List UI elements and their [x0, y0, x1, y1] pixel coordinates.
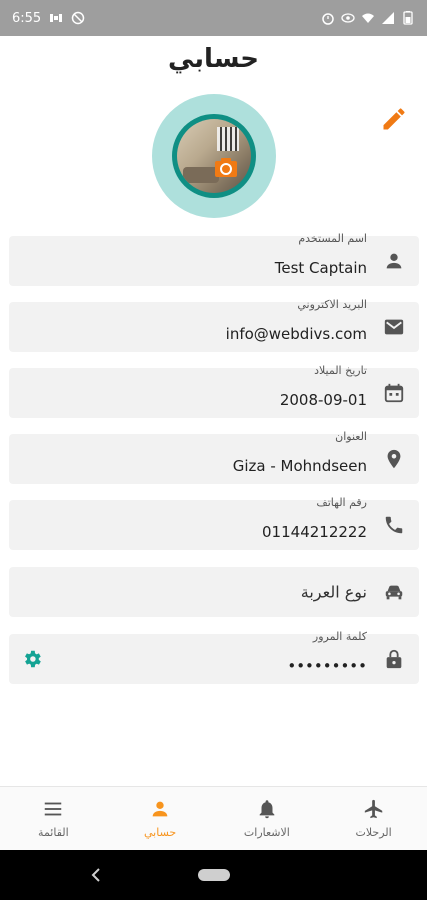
email-icon — [384, 319, 404, 335]
back-icon[interactable] — [88, 866, 104, 884]
system-navigation-bar — [0, 850, 427, 900]
nav-label: القائمة — [38, 826, 69, 839]
nav-label: حسابي — [144, 826, 177, 839]
person-icon — [386, 253, 402, 269]
alarm-icon — [322, 13, 334, 25]
eye-icon — [341, 13, 355, 23]
username-field[interactable]: اسم المستخدم Test Captain — [9, 232, 419, 286]
field-value: Test Captain — [274, 259, 367, 277]
page-title: حسابي — [167, 44, 260, 74]
change-photo-button[interactable] — [214, 158, 238, 178]
field-label: تاريخ الميلاد — [314, 364, 367, 377]
photo-window — [217, 127, 239, 151]
phone-icon — [385, 516, 403, 534]
avatar-photo — [177, 119, 251, 193]
camera-icon — [215, 158, 237, 177]
avatar[interactable] — [152, 94, 276, 218]
field-label: اسم المستخدم — [298, 232, 367, 245]
no-sync-icon — [71, 11, 85, 25]
vehicle-type-field[interactable]: نوع العربة — [9, 567, 419, 617]
nav-item-trips[interactable]: الرحلات — [320, 787, 427, 850]
edit-button[interactable] — [379, 104, 409, 134]
profile-icon — [152, 801, 168, 817]
airplane-icon — [364, 799, 382, 819]
avatar-ring — [172, 114, 256, 198]
pencil-icon — [383, 108, 405, 130]
field-value: Giza - Mohndseen — [232, 457, 367, 475]
location-icon — [387, 449, 401, 469]
nav-label: الاشعارات — [243, 826, 290, 839]
signal-alt-icon — [50, 14, 63, 22]
bottom-navigation: القائمة حسابي الاشعارات الرحلات — [0, 786, 427, 850]
nav-item-notifications[interactable]: الاشعارات — [214, 787, 321, 850]
car-icon — [385, 585, 403, 600]
phone-field[interactable]: رقم الهاتف 01144212222 — [9, 496, 419, 550]
lock-icon — [386, 649, 402, 669]
field-label: رقم الهاتف — [316, 496, 367, 509]
field-value: 01144212222 — [262, 523, 367, 541]
gear-icon[interactable] — [21, 648, 43, 670]
field-value: info@webdivs.com — [225, 325, 367, 343]
home-button[interactable] — [198, 869, 230, 881]
email-field[interactable]: البريد الاكتروني info@webdivs.com — [9, 298, 419, 352]
nav-item-profile[interactable]: حسابي — [107, 787, 214, 850]
field-value: ••••••••• — [287, 657, 367, 675]
battery-icon — [403, 11, 413, 25]
birthdate-field[interactable]: تاريخ الميلاد 2008-09-01 — [9, 364, 419, 418]
status-bar: 6:55 — [0, 0, 427, 36]
status-time: 6:55 — [12, 10, 42, 26]
field-value: 2008-09-01 — [279, 391, 367, 409]
nav-label: الرحلات — [355, 826, 392, 839]
cell-signal-icon — [382, 12, 394, 24]
wifi-icon — [362, 13, 374, 23]
password-field[interactable]: كلمة المرور ••••••••• — [9, 630, 419, 684]
nav-item-menu[interactable]: القائمة — [0, 787, 107, 850]
menu-icon — [45, 802, 62, 816]
field-label: العنوان — [335, 430, 367, 443]
field-value: نوع العربة — [300, 582, 367, 602]
field-label: البريد الاكتروني — [297, 298, 367, 311]
address-field[interactable]: العنوان Giza - Mohndseen — [9, 430, 419, 484]
bell-icon — [259, 800, 275, 819]
calendar-icon — [384, 383, 404, 403]
field-label: كلمة المرور — [312, 630, 367, 643]
